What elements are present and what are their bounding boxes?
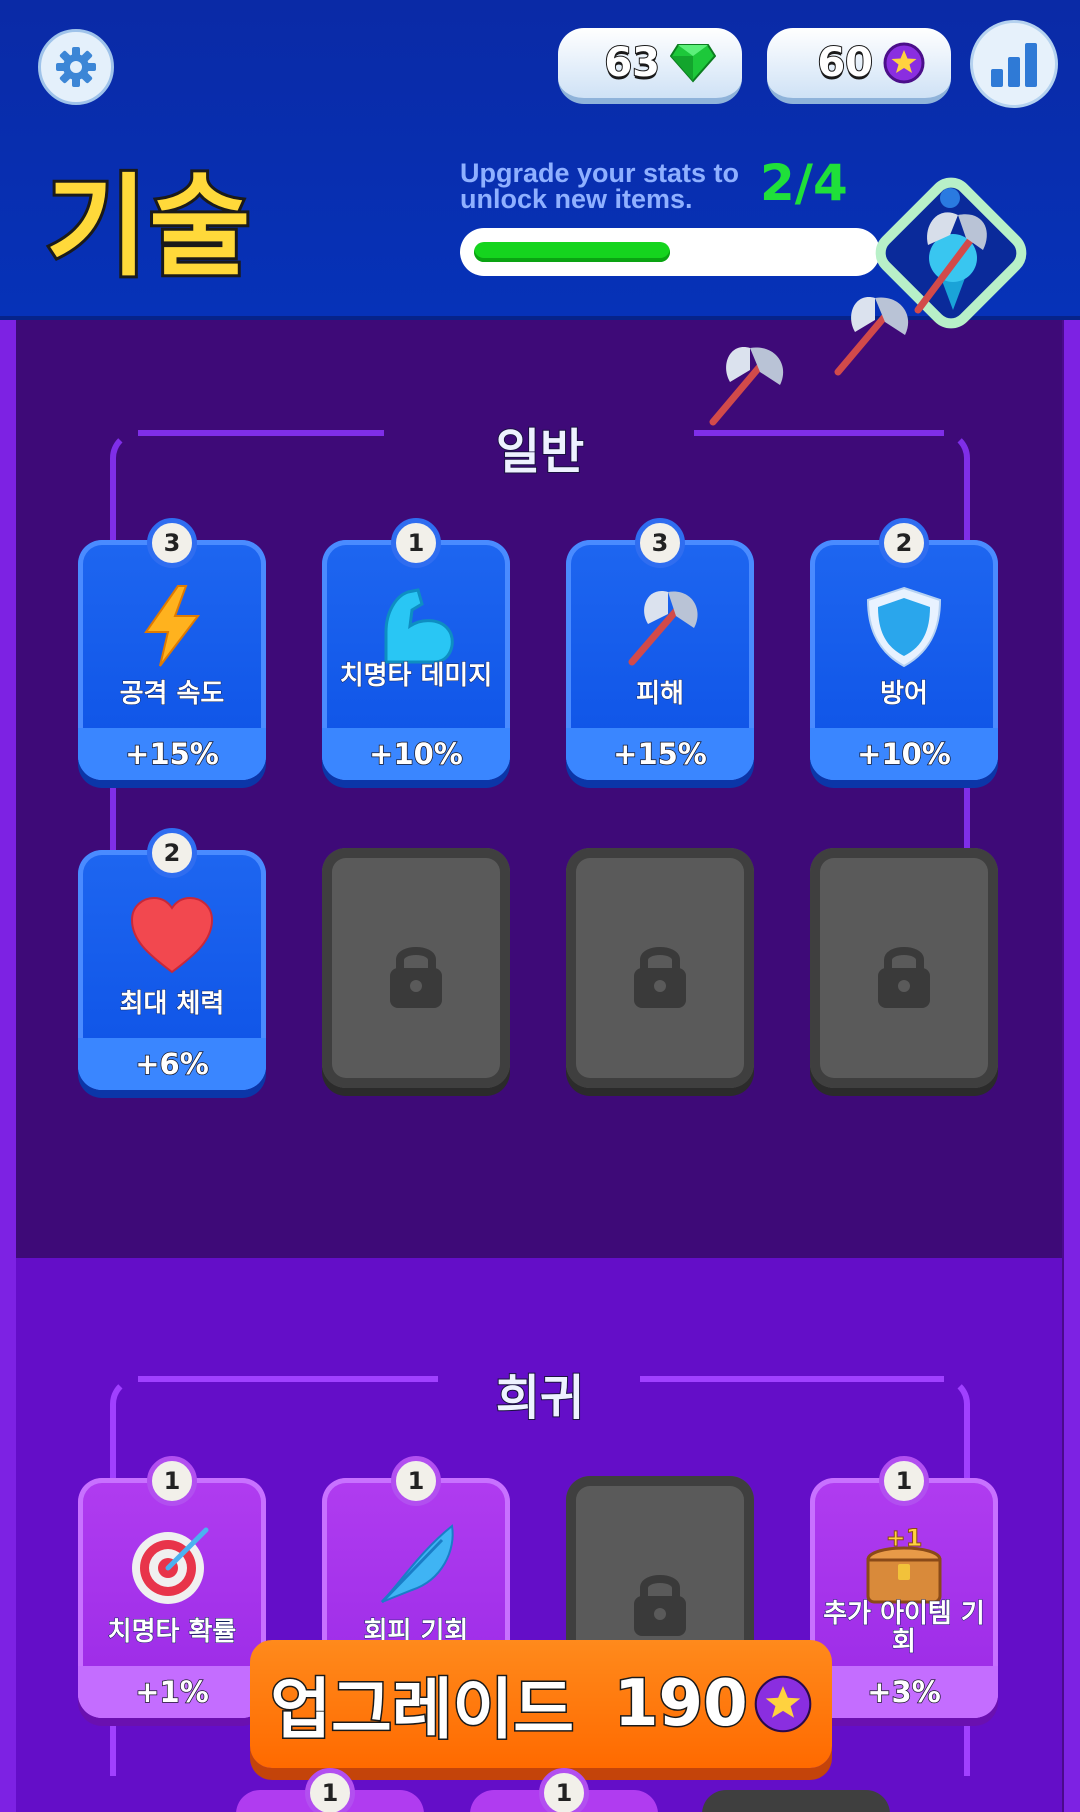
- skill-bonus: +10%: [810, 728, 998, 780]
- upgrade-cost-value: 190: [613, 1666, 750, 1743]
- skill-level-badge: 3: [147, 518, 197, 568]
- locked-skill-card: [322, 848, 510, 1088]
- skill-card-max-health[interactable]: 최대 체력 +6% 2: [78, 828, 266, 1090]
- next-row-locked-peek: [702, 1790, 890, 1812]
- skill-label: 치명타 데미지: [339, 661, 493, 691]
- settings-button[interactable]: [38, 29, 114, 105]
- skill-card-crit-chance[interactable]: 치명타 확률 +1% 1: [78, 1456, 266, 1718]
- flying-axe-icon: [709, 347, 784, 426]
- star-coin-icon: [883, 42, 925, 84]
- skill-bonus: +10%: [322, 728, 510, 780]
- skill-level-badge: 1: [147, 1456, 197, 1506]
- skill-card-crit-damage[interactable]: 치명타 데미지 +10% 1: [322, 518, 510, 780]
- skill-label: 추가 아이템 기회: [823, 1599, 986, 1657]
- gems-counter[interactable]: 63: [558, 28, 742, 104]
- skill-card-extra-item-chance[interactable]: +1 추가 아이템 기회 +3% 1: [810, 1456, 998, 1718]
- skill-level-badge: 1: [879, 1456, 929, 1506]
- muscle-arm-icon: [384, 588, 454, 664]
- locked-skill-card: [810, 848, 998, 1088]
- skill-card-attack-speed[interactable]: 공격 속도 +15% 3: [78, 518, 266, 780]
- page-title: 기술: [43, 163, 253, 291]
- skill-level-badge: 1: [305, 1768, 355, 1812]
- locked-skill-card: [566, 848, 754, 1088]
- common-frame-top-left: [138, 430, 384, 436]
- svg-text:+1: +1: [886, 1524, 923, 1552]
- target-icon: [132, 1527, 209, 1604]
- skill-label: 피해: [636, 679, 685, 709]
- leaderboard-button[interactable]: [970, 20, 1058, 108]
- rare-section-title: 희귀: [495, 1369, 585, 1427]
- lightning-icon: [144, 585, 201, 667]
- skill-label: 최대 체력: [119, 989, 225, 1019]
- gear-icon: [56, 47, 96, 87]
- feather-icon: [380, 1524, 454, 1604]
- common-frame-top-right: [694, 430, 944, 436]
- lock-icon: [390, 947, 442, 1008]
- rare-frame-top-left: [138, 1376, 438, 1382]
- star-coin-icon: [754, 1675, 811, 1733]
- skill-level-badge: 1: [391, 1456, 441, 1506]
- shield-icon: [866, 586, 942, 668]
- unlock-hint: Upgrade your stats to unlock new items.: [460, 158, 740, 214]
- skill-label: 치명타 확률: [107, 1617, 237, 1647]
- gems-count: 63: [603, 39, 661, 87]
- lock-icon: [634, 947, 686, 1008]
- left-edge: [0, 320, 16, 1812]
- coins-count: 60: [816, 39, 874, 87]
- upgrade-label: 업그레이드: [269, 1670, 576, 1750]
- skill-level-badge: 2: [147, 828, 197, 878]
- battle-axe-icon: [628, 590, 698, 666]
- progress-fill: [474, 242, 670, 262]
- skill-level-badge: 1: [539, 1768, 589, 1812]
- skill-level-badge: 1: [391, 518, 441, 568]
- lock-icon: [878, 947, 930, 1008]
- skill-bonus: +3%: [810, 1666, 998, 1718]
- skill-bonus: +15%: [78, 728, 266, 780]
- upgrade-button[interactable]: 업그레이드 190: [250, 1640, 832, 1768]
- skill-bonus: +15%: [566, 728, 754, 780]
- gem-icon: [670, 44, 716, 83]
- skill-level-badge: 2: [879, 518, 929, 568]
- skill-label: 공격 속도: [119, 679, 225, 709]
- upgrade-cost: 190: [613, 1666, 812, 1743]
- skill-level-badge: 3: [635, 518, 685, 568]
- rare-frame-top-right: [640, 1376, 944, 1382]
- heart-icon: [130, 896, 214, 974]
- skill-bonus: +6%: [78, 1038, 266, 1090]
- coins-counter[interactable]: 60: [767, 28, 951, 104]
- common-section-title: 일반: [495, 423, 585, 481]
- skill-card-defense[interactable]: 방어 +10% 2: [810, 518, 998, 780]
- treasure-chest-icon: +1: [866, 1524, 942, 1604]
- unlock-progress-bar: [460, 228, 880, 276]
- lock-icon: [634, 1575, 686, 1636]
- right-edge: [1064, 320, 1080, 1812]
- progress-count: 2/4: [760, 154, 848, 212]
- skill-card-damage[interactable]: 피해 +15% 3: [566, 518, 754, 780]
- reward-item-icon[interactable]: [858, 160, 1044, 346]
- skill-label: 방어: [880, 679, 929, 709]
- bar-chart-icon: [991, 43, 1037, 87]
- skill-bonus: +1%: [78, 1666, 266, 1718]
